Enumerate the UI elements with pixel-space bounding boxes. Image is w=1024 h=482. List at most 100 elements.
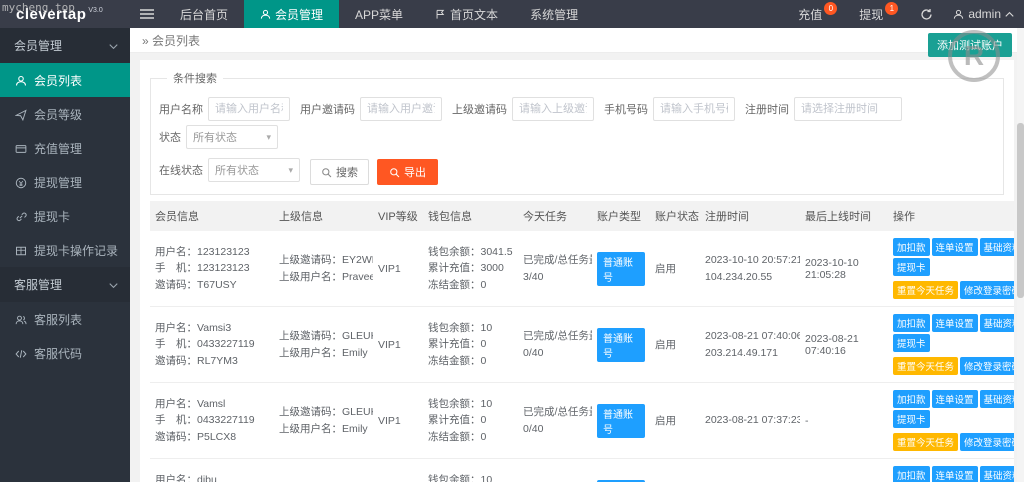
- total-recharge: 3000: [481, 262, 504, 274]
- content-card: 条件搜索 用户名称 用户邀请码 上级邀请码 手机号码: [140, 60, 1014, 482]
- member-phone: 0433227119: [197, 414, 255, 426]
- chain-order-button[interactable]: 连单设置: [932, 390, 978, 408]
- chevron-down-icon: [109, 278, 118, 292]
- reg-time-filter-input[interactable]: [794, 97, 902, 121]
- table-icon: [15, 243, 27, 257]
- today-task-cell: 已完成/总任务量 0/40: [518, 459, 592, 482]
- phone-filter-input[interactable]: [653, 97, 735, 121]
- main-content: » 会员列表 添加测试账户 条件搜索 用户名称 用户邀请码 上级邀请码 手机号码: [130, 28, 1024, 482]
- member-username: Vamsi3: [197, 322, 231, 334]
- hamburger-icon[interactable]: [130, 0, 164, 28]
- refresh-icon[interactable]: [910, 8, 943, 21]
- logo-version: V3.0: [88, 7, 102, 14]
- vip-level-cell: VIP1: [373, 307, 423, 383]
- col-wallet-info: 钱包信息: [423, 201, 518, 231]
- person-icon: [260, 7, 271, 21]
- member-invite-code: T67USY: [197, 279, 237, 291]
- reg-time: 2023-08-21 07:40:06: [705, 328, 795, 344]
- nav-item-members[interactable]: 会员管理: [244, 0, 339, 28]
- basic-profile-button[interactable]: 基础资料: [980, 466, 1014, 482]
- export-button[interactable]: 导出: [377, 159, 438, 185]
- reset-task-button[interactable]: 重置今天任务: [893, 281, 958, 299]
- coin-icon: [15, 175, 27, 189]
- wallet-info-cell: 钱包余额：10 累计充值：0 冻结金额：0: [423, 459, 518, 482]
- chain-order-button[interactable]: 连单设置: [932, 314, 978, 332]
- phone-filter-label: 手机号码: [604, 101, 648, 117]
- sidebar-item-withdraw-mgmt[interactable]: 提现管理: [0, 165, 130, 199]
- account-status-cell: 启用: [650, 307, 700, 383]
- change-password-button[interactable]: 修改登录密码: [960, 281, 1014, 299]
- parent-invite-filter-input[interactable]: [512, 97, 594, 121]
- sidebar-group-support[interactable]: 客服管理: [0, 267, 130, 302]
- user-menu[interactable]: admin: [943, 7, 1024, 21]
- send-icon: [15, 107, 27, 121]
- table-row: 用户名：Vamsl 手 机：0433227119 邀请码：P5LCX8 上级邀请…: [150, 383, 1014, 459]
- col-account-type: 账户类型: [592, 201, 650, 231]
- task-progress: 0/40: [523, 345, 587, 361]
- member-info-cell: 用户名：123123123 手 机：123123123 邀请码：T67USY: [150, 231, 274, 307]
- basic-profile-button[interactable]: 基础资料: [980, 238, 1014, 256]
- scrollbar-track: [1017, 28, 1024, 482]
- col-member-info: 会员信息: [150, 201, 274, 231]
- today-task-cell: 已完成/总任务量 3/40: [518, 231, 592, 307]
- invite-code-filter-input[interactable]: [360, 97, 442, 121]
- nav-item-home-text[interactable]: 首页文本: [419, 0, 514, 28]
- status-filter-select[interactable]: 所有状态▾: [186, 125, 278, 149]
- change-password-button[interactable]: 修改登录密码: [960, 433, 1014, 451]
- col-today-task: 今天任务: [518, 201, 592, 231]
- basic-profile-button[interactable]: 基础资料: [980, 390, 1014, 408]
- online-status-filter-select[interactable]: 所有状态▾: [208, 158, 300, 182]
- account-type-cell: 普通账号: [592, 383, 650, 459]
- frozen-amount: 0: [481, 355, 487, 367]
- username-filter-input[interactable]: [208, 97, 290, 121]
- chain-order-button[interactable]: 连单设置: [932, 466, 978, 482]
- sidebar-item-recharge-mgmt[interactable]: 充值管理: [0, 131, 130, 165]
- search-button[interactable]: 搜索: [310, 159, 369, 185]
- sidebar-item-withdraw-card-log[interactable]: 提现卡操作记录: [0, 233, 130, 267]
- wallet-balance: 3041.5: [481, 246, 513, 258]
- parent-username: Emily: [342, 423, 368, 435]
- recharge-shortcut[interactable]: 充值 0: [788, 6, 849, 23]
- nav-item-app-menu[interactable]: APP菜单: [339, 0, 419, 28]
- basic-profile-button[interactable]: 基础资料: [980, 314, 1014, 332]
- reset-task-button[interactable]: 重置今天任务: [893, 357, 958, 375]
- scrollbar-thumb[interactable]: [1017, 123, 1024, 298]
- sidebar-group-members[interactable]: 会员管理: [0, 28, 130, 63]
- reset-task-button[interactable]: 重置今天任务: [893, 433, 958, 451]
- reg-time: 2023-08-21 07:37:23: [705, 412, 795, 428]
- adjust-balance-button[interactable]: 加扣款: [893, 238, 930, 256]
- withdraw-card-button[interactable]: 提现卡: [893, 410, 930, 428]
- account-status-cell: 启用: [650, 459, 700, 482]
- withdraw-shortcut[interactable]: 提现 1: [849, 6, 910, 23]
- sidebar-item-member-level[interactable]: 会员等级: [0, 97, 130, 131]
- table-row: 用户名：123123123 手 机：123123123 邀请码：T67USY 上…: [150, 231, 1014, 307]
- add-test-account-button[interactable]: 添加测试账户: [928, 33, 1012, 57]
- sidebar-item-support-list[interactable]: 客服列表: [0, 302, 130, 336]
- chain-order-button[interactable]: 连单设置: [932, 238, 978, 256]
- person-icon: [15, 73, 27, 87]
- adjust-balance-button[interactable]: 加扣款: [893, 390, 930, 408]
- sidebar-item-support-code[interactable]: 客服代码: [0, 336, 130, 370]
- change-password-button[interactable]: 修改登录密码: [960, 357, 1014, 375]
- adjust-balance-button[interactable]: 加扣款: [893, 314, 930, 332]
- withdraw-badge: 1: [885, 2, 898, 15]
- parent-info-cell: 上级邀请码：GLEUKZ 上级用户名：Emily: [274, 383, 373, 459]
- table-header-row: 会员信息 上级信息 VIP等级 钱包信息 今天任务 账户类型 账户状态 注册时间…: [150, 201, 1014, 231]
- sidebar: 会员管理 会员列表 会员等级 充值管理 提现管理 提现卡 提现卡操作记录 客服管…: [0, 28, 130, 482]
- site-watermark: mycheng.top: [2, 1, 75, 14]
- online-status-filter-label: 在线状态: [159, 162, 203, 178]
- vip-level-cell: VIP1: [373, 231, 423, 307]
- account-type-badge: 普通账号: [597, 404, 645, 438]
- withdraw-card-button[interactable]: 提现卡: [893, 334, 930, 352]
- last-online-cell: 2023-08-21 07:34:13: [800, 459, 888, 482]
- status-filter-label: 状态: [159, 129, 181, 145]
- nav-item-dashboard[interactable]: 后台首页: [164, 0, 244, 28]
- people-icon: [15, 312, 27, 326]
- wallet-info-cell: 钱包余额：10 累计充值：0 冻结金额：0: [423, 307, 518, 383]
- adjust-balance-button[interactable]: 加扣款: [893, 466, 930, 482]
- withdraw-card-button[interactable]: 提现卡: [893, 258, 930, 276]
- nav-item-system[interactable]: 系统管理: [514, 0, 594, 28]
- sidebar-item-withdraw-card[interactable]: 提现卡: [0, 199, 130, 233]
- sidebar-item-member-list[interactable]: 会员列表: [0, 63, 130, 97]
- reg-ip: 104.234.20.55: [705, 269, 795, 285]
